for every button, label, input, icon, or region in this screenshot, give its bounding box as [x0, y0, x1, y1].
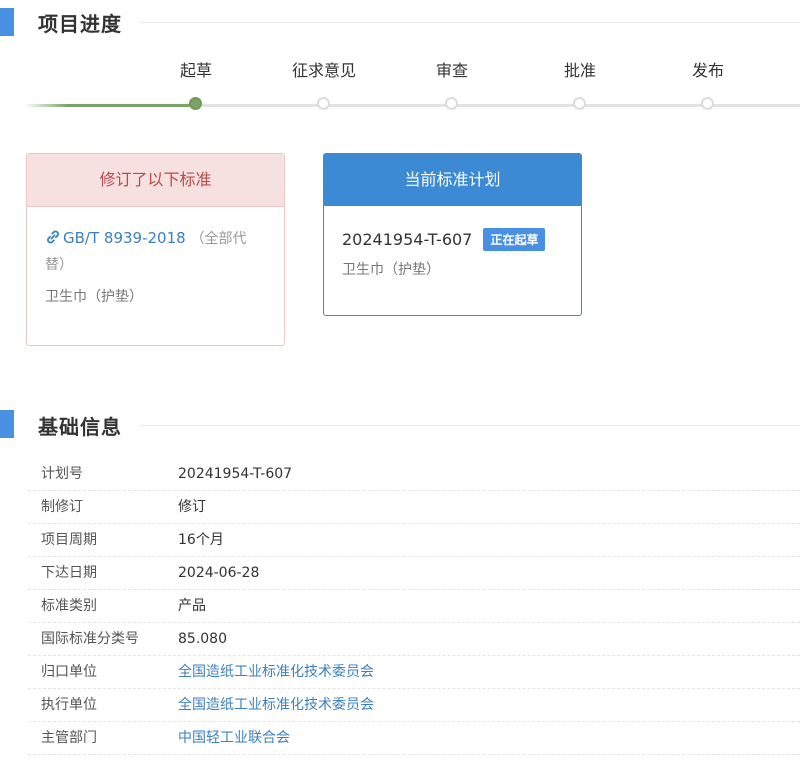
info-value: 16个月 [178, 532, 224, 548]
step-label: 征求意见 [291, 61, 356, 80]
info-label: 标准类别 [41, 598, 97, 614]
info-label: 主管部门 [41, 730, 97, 746]
plan-number-line: 20241954-T-607 正在起草 [342, 228, 563, 251]
info-row-executing-unit: 执行单位 全国造纸工业标准化技术委员会 [28, 689, 800, 722]
info-row-project-period: 项目周期 16个月 [28, 524, 800, 557]
progress-stepper: 起草 征求意见 审查 批准 发布 [0, 60, 800, 130]
step-review[interactable]: 审查 [392, 60, 512, 110]
info-label: 计划号 [41, 466, 83, 482]
step-label: 批准 [563, 61, 596, 80]
section-accent-bar [0, 410, 14, 438]
basic-info-section-header: 基础信息 [0, 405, 800, 445]
info-row-plan-number: 计划号 20241954-T-607 [28, 458, 800, 491]
step-approval[interactable]: 批准 [520, 60, 640, 110]
replace-note: （全部代 [190, 231, 247, 247]
info-label: 国际标准分类号 [41, 631, 139, 647]
revised-standard-name: 卫生巾（护垫） [45, 289, 143, 305]
basic-info-section-title: 基础信息 [38, 415, 122, 439]
supervising-dept-link[interactable]: 中国轻工业联合会 [178, 722, 290, 754]
section-divider [140, 22, 800, 23]
current-plan-card: 当前标准计划 20241954-T-607 正在起草 卫生巾（护垫） [323, 153, 582, 316]
revised-card-body: GB/T 8939-2018 （全部代 替） 卫生巾（护垫） [27, 207, 284, 322]
revised-card-title: 修订了以下标准 [27, 154, 284, 207]
step-label: 起草 [179, 61, 212, 80]
info-label: 项目周期 [41, 532, 97, 548]
status-badge: 正在起草 [483, 228, 546, 251]
info-row-responsible-unit: 归口单位 全国造纸工业标准化技术委员会 [28, 656, 800, 689]
progress-section-title: 项目进度 [38, 12, 122, 36]
responsible-unit-link[interactable]: 全国造纸工业标准化技术委员会 [178, 656, 374, 688]
revised-standard-card: 修订了以下标准 GB/T 8939-2018 （全部代 替） 卫生巾（护垫） [26, 153, 285, 346]
info-row-issue-date: 下达日期 2024-06-28 [28, 557, 800, 590]
step-dot [701, 97, 714, 110]
progress-section-header: 项目进度 [0, 2, 800, 42]
info-label: 归口单位 [41, 664, 97, 680]
section-divider [140, 425, 800, 426]
info-value: 产品 [178, 598, 206, 614]
info-value: 20241954-T-607 [178, 466, 293, 482]
info-value: 修订 [178, 499, 206, 515]
step-dot [573, 97, 586, 110]
step-publish[interactable]: 发布 [648, 60, 768, 110]
plan-card-title: 当前标准计划 [324, 154, 581, 206]
replace-note-continued: 替） [45, 257, 73, 273]
basic-info-table: 计划号 20241954-T-607 制修订 修订 项目周期 16个月 下达日期… [28, 458, 800, 755]
step-dot [317, 97, 330, 110]
info-row-standard-category: 标准类别 产品 [28, 590, 800, 623]
info-row-revision-type: 制修订 修订 [28, 491, 800, 524]
executing-unit-link[interactable]: 全国造纸工业标准化技术委员会 [178, 689, 374, 721]
step-consultation[interactable]: 征求意见 [264, 60, 384, 110]
revised-standard-code: GB/T 8939-2018 [63, 229, 186, 247]
info-label: 制修订 [41, 499, 83, 515]
section-accent-bar [0, 8, 14, 36]
step-label: 审查 [435, 61, 468, 80]
revised-standard-line: GB/T 8939-2018 （全部代 [45, 223, 266, 254]
info-row-supervising-dept: 主管部门 中国轻工业联合会 [28, 722, 800, 755]
revised-standard-link[interactable]: GB/T 8939-2018 [45, 229, 190, 247]
step-dot [445, 97, 458, 110]
step-drafting[interactable]: 起草 [136, 60, 256, 110]
step-dot-active [189, 97, 202, 110]
link-icon [47, 230, 59, 244]
plan-number: 20241954-T-607 [342, 230, 473, 249]
info-row-ics-code: 国际标准分类号 85.080 [28, 623, 800, 656]
progress-track-completed [24, 104, 198, 107]
info-value: 85.080 [178, 631, 227, 647]
info-label: 执行单位 [41, 697, 97, 713]
plan-name: 卫生巾（护垫） [342, 262, 440, 278]
info-value: 2024-06-28 [178, 565, 260, 581]
step-label: 发布 [691, 61, 724, 80]
plan-card-body: 20241954-T-607 正在起草 卫生巾（护垫） [324, 206, 581, 295]
info-label: 下达日期 [41, 565, 97, 581]
